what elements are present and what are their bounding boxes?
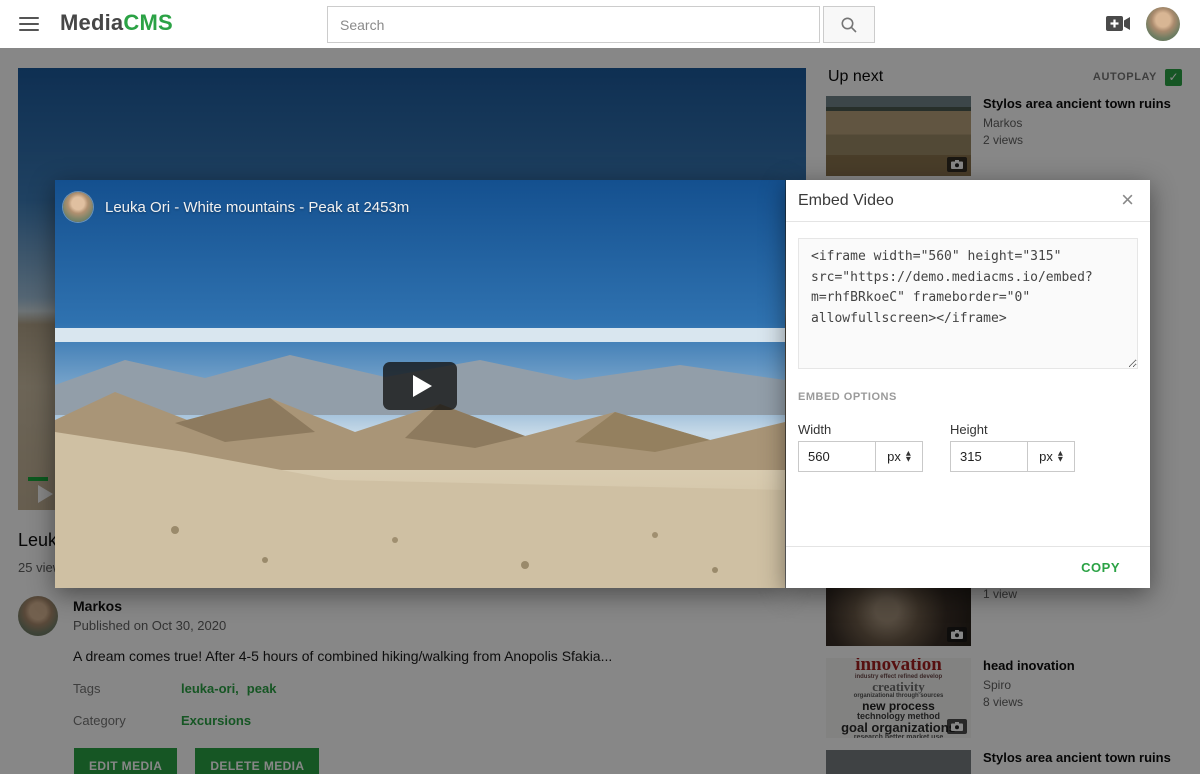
app-window: MediaCMS Leuka Ori - — [0, 0, 1200, 774]
preview-title-bar: Leuka Ori - White mountains - Peak at 24… — [63, 192, 409, 222]
play-icon — [413, 375, 432, 397]
preview-play-button[interactable] — [383, 362, 457, 410]
preview-video-title: Leuka Ori - White mountains - Peak at 24… — [105, 199, 409, 216]
embed-code-textarea[interactable]: <iframe width="560" height="315" src="ht… — [798, 238, 1138, 369]
stepper-arrows-icon: ▲▼ — [1058, 451, 1063, 462]
close-icon[interactable]: × — [1117, 187, 1138, 213]
height-field-group: px ▲▼ — [950, 441, 1075, 472]
height-unit-select[interactable]: px ▲▼ — [1027, 442, 1074, 471]
modal-header: Embed Video × — [786, 180, 1150, 222]
top-navbar: MediaCMS — [0, 0, 1200, 48]
preview-author-avatar — [63, 192, 93, 222]
modal-title: Embed Video — [798, 192, 894, 210]
video-camera-plus-icon — [1106, 15, 1131, 32]
search-button[interactable] — [823, 6, 875, 43]
unit-value: px — [1039, 449, 1053, 464]
width-input[interactable] — [799, 442, 875, 471]
embed-options-label: EMBED OPTIONS — [798, 391, 897, 403]
width-field-group: px ▲▼ — [798, 441, 923, 472]
mediacms-logo[interactable]: MediaCMS — [60, 10, 173, 36]
embed-video-modal: Embed Video × <iframe width="560" height… — [786, 180, 1150, 588]
embed-video-preview[interactable]: Leuka Ori - White mountains - Peak at 24… — [55, 180, 785, 588]
logo-text-media: Media — [60, 10, 123, 35]
search-input[interactable] — [327, 6, 820, 43]
unit-value: px — [887, 449, 901, 464]
width-unit-select[interactable]: px ▲▼ — [875, 442, 922, 471]
upload-media-button[interactable] — [1106, 15, 1131, 37]
width-label: Width — [798, 422, 831, 437]
user-avatar[interactable] — [1146, 7, 1180, 41]
logo-text-cms: CMS — [123, 10, 173, 35]
hamburger-menu-icon[interactable] — [19, 17, 39, 31]
search-bar — [327, 6, 875, 43]
copy-button[interactable]: COPY — [1081, 560, 1120, 575]
modal-footer: COPY — [786, 546, 1150, 588]
height-label: Height — [950, 422, 988, 437]
height-input[interactable] — [951, 442, 1027, 471]
stepper-arrows-icon: ▲▼ — [906, 451, 911, 462]
search-icon — [840, 16, 858, 34]
